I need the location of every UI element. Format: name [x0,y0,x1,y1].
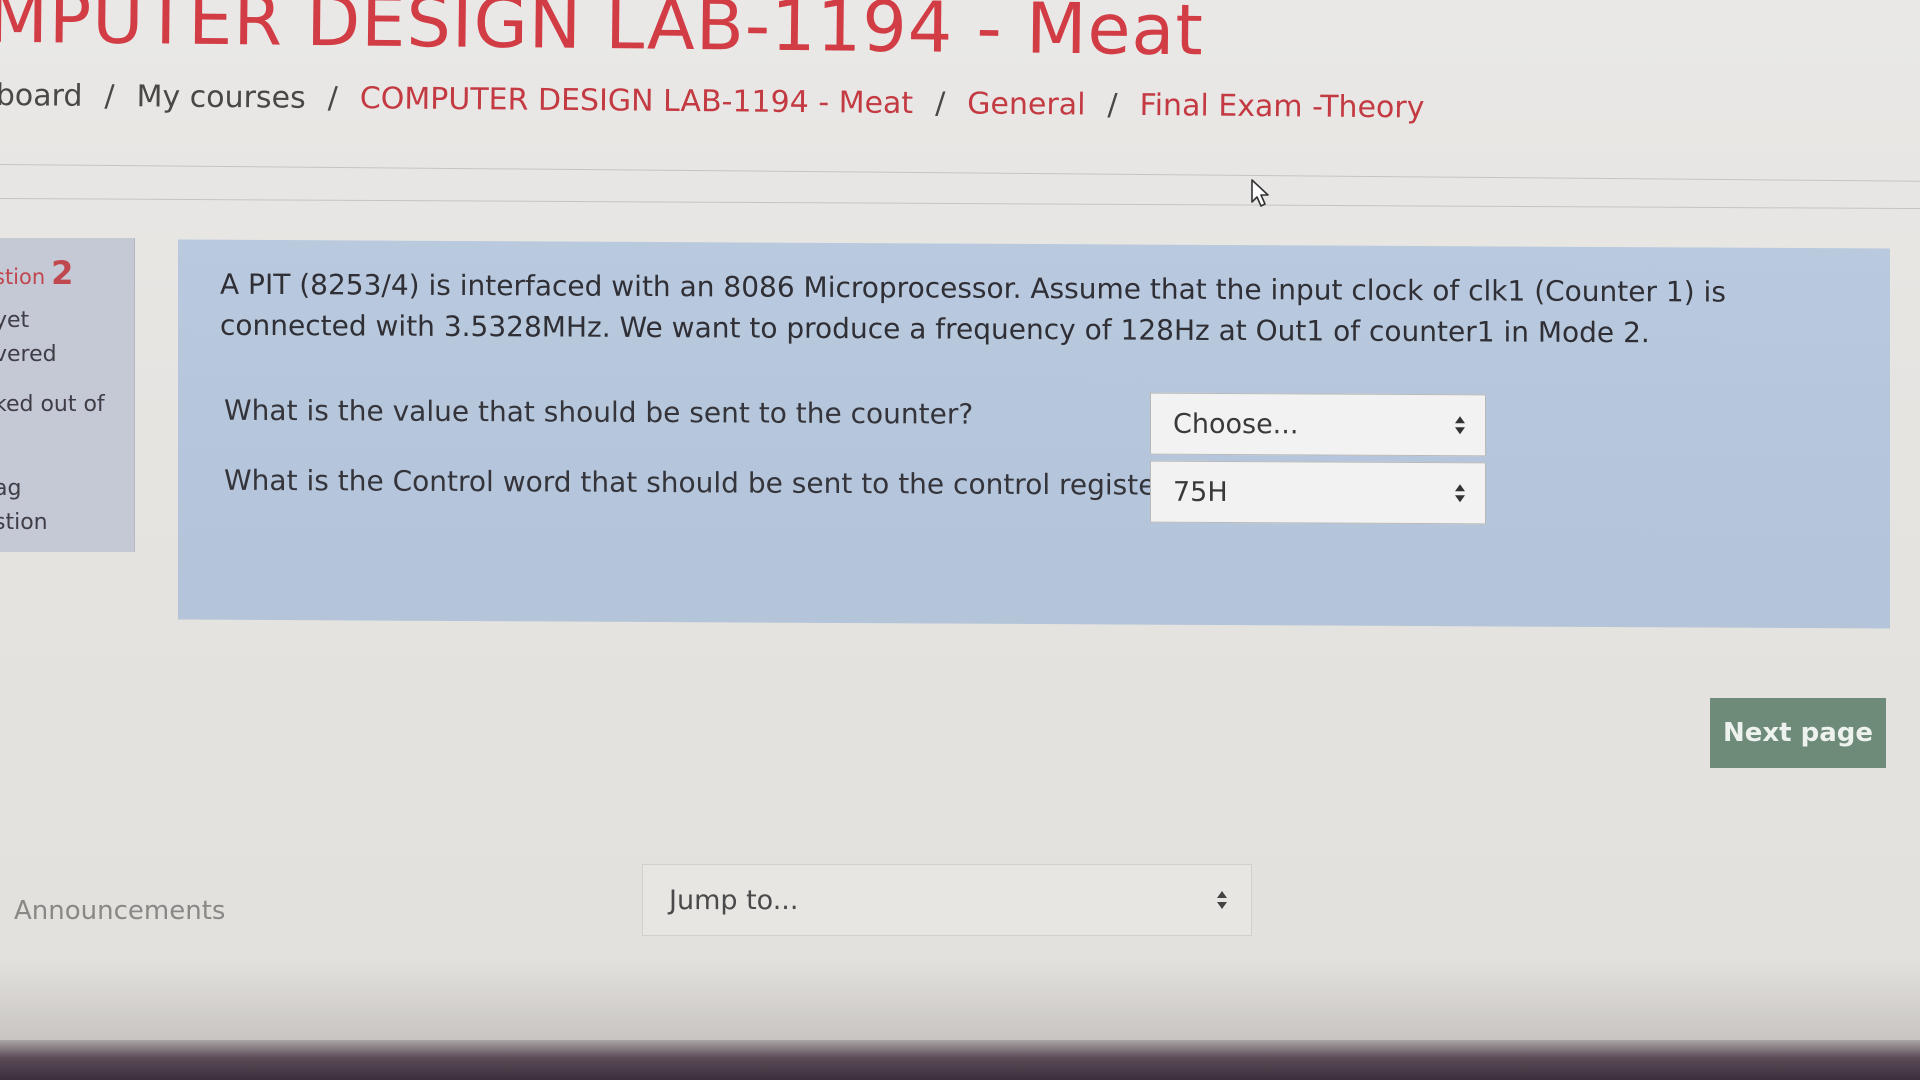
counter-value-select[interactable]: Choose... [1150,392,1486,457]
subquestion-counter-value-prompt: What is the value that should be sent to… [224,393,974,431]
page-title: OMPUTER DESIGN LAB-1194 - Meat [0,0,1205,72]
question-number-prefix: stion [0,265,46,289]
question-number: stion2 [0,254,73,292]
counter-value-selected: Choose... [1173,408,1299,440]
divider [0,164,1920,182]
breadcrumb-general[interactable]: General [967,86,1086,122]
up-down-arrows-icon [1455,416,1465,435]
flag-question-line2[interactable]: stion [0,510,48,535]
breadcrumb-separator: / [104,78,115,115]
question-status-line1: yet [0,308,30,333]
question-marks: ked out of [0,392,105,417]
jump-to-placeholder: Jump to... [669,884,799,916]
breadcrumb-dashboard[interactable]: board [0,78,83,114]
subquestion-control-word-prompt: What is the Control word that should be … [224,463,1182,502]
question-content: A PIT (8253/4) is interfaced with an 808… [178,239,1890,629]
up-down-arrows-icon [1217,891,1227,909]
next-page-button[interactable]: Next page [1710,698,1886,768]
breadcrumb-final-exam[interactable]: Final Exam -Theory [1139,88,1424,125]
question-status-line2: vered [0,342,57,367]
question-info-panel: stion2 yet vered ked out of ag stion [0,238,135,552]
breadcrumb-separator: / [935,86,946,122]
control-word-select[interactable]: 75H [1150,460,1486,525]
breadcrumb: board / My courses / COMPUTER DESIGN LAB… [0,78,1425,125]
breadcrumb-my-courses[interactable]: My courses [136,79,305,115]
taskbar-edge [0,1040,1920,1080]
breadcrumb-separator: / [1107,87,1118,123]
announcements-label[interactable]: Announcements [14,896,225,926]
flag-question-line1[interactable]: ag [0,476,21,501]
screen-shade [0,960,1920,1040]
control-word-selected: 75H [1173,476,1228,508]
question-text: A PIT (8253/4) is interfaced with an 808… [220,267,1726,350]
page-background: OMPUTER DESIGN LAB-1194 - Meat board / M… [0,0,1920,1080]
breadcrumb-separator: / [327,80,338,116]
question-number-value: 2 [51,254,74,292]
breadcrumb-course[interactable]: COMPUTER DESIGN LAB-1194 - Meat [360,81,914,121]
mouse-pointer-icon [1251,179,1269,207]
announcements-link[interactable]: Announcements [0,896,225,926]
divider [0,198,1920,210]
up-down-arrows-icon [1455,484,1465,503]
jump-to-select[interactable]: Jump to... [642,864,1252,936]
